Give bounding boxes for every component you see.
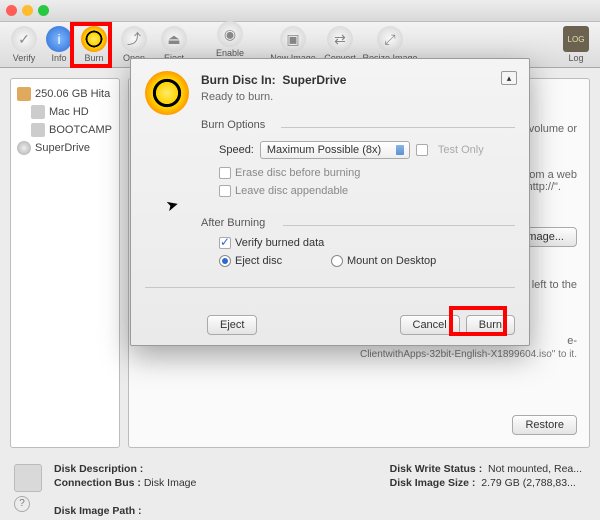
verify-icon: ✓ (11, 26, 37, 52)
eject-button[interactable]: Eject (207, 315, 257, 335)
divider (145, 287, 515, 288)
dialog-status: Ready to burn. (201, 91, 273, 103)
dialog-title: Burn Disc In: SuperDrive (201, 73, 346, 87)
sidebar-volume-bootcamp[interactable]: BOOTCAMP (15, 121, 115, 139)
info-button[interactable]: iInfo (44, 24, 74, 65)
close-icon[interactable] (6, 5, 17, 16)
sidebar-superdrive[interactable]: SuperDrive (15, 139, 115, 157)
hint-text: from a web"http://". (523, 169, 577, 193)
volume-icon (31, 105, 45, 119)
log-button[interactable]: LOGLog (556, 24, 596, 65)
new-image-icon: ▣ (280, 26, 306, 52)
disk-utility-window: ✓Verify iInfo Burn ⤴Open ⏏Eject ◉Enable … (0, 0, 600, 520)
eject-option[interactable]: Eject disc (219, 255, 282, 267)
info-icon: i (46, 26, 72, 52)
convert-icon: ⇄ (327, 26, 353, 52)
info-right: Disk Write Status : Not mounted, Rea... … (390, 462, 582, 490)
resize-icon: ⤢ (377, 26, 403, 52)
eject-radio[interactable] (219, 255, 231, 267)
eject-icon: ⏏ (161, 26, 187, 52)
cancel-button[interactable]: Cancel (400, 315, 460, 335)
open-icon: ⤴ (121, 26, 147, 52)
zoom-icon[interactable] (38, 5, 49, 16)
disk-image-icon (14, 464, 42, 492)
help-icon[interactable]: ? (14, 496, 30, 512)
burn-dialog: Burn Disc In: SuperDrive Ready to burn. … (130, 58, 530, 346)
info-bar: ? Disk Description : Connection Bus : Di… (10, 460, 590, 512)
burn-icon (81, 26, 107, 52)
erase-option[interactable]: Erase disc before burning (219, 167, 360, 179)
verify-checkbox[interactable] (219, 237, 231, 249)
appendable-checkbox[interactable] (219, 185, 231, 197)
burn-button[interactable]: Burn (74, 24, 114, 65)
log-icon: LOG (563, 26, 589, 52)
test-only-checkbox[interactable] (416, 144, 428, 156)
erase-checkbox[interactable] (219, 167, 231, 179)
optical-icon (17, 141, 31, 155)
verify-button[interactable]: ✓Verify (4, 24, 44, 65)
mount-radio[interactable] (331, 255, 343, 267)
burn-options-section: Burn Options (201, 119, 515, 131)
sidebar: 250.06 GB Hita Mac HD BOOTCAMP SuperDriv… (10, 78, 120, 448)
sidebar-disk[interactable]: 250.06 GB Hita (15, 85, 115, 103)
info-left: Disk Description : Connection Bus : Disk… (54, 462, 196, 518)
sidebar-volume-machd[interactable]: Mac HD (15, 103, 115, 121)
mount-option[interactable]: Mount on Desktop (331, 255, 436, 267)
iso-filename: ClientwithApps-32bit-English-X1899604.is… (360, 349, 577, 360)
after-burning-section: After Burning (201, 217, 515, 229)
section-label: Burn Options (201, 119, 271, 131)
test-only-label: Test Only (438, 144, 484, 156)
speed-row: Speed: Maximum Possible (8x) Test Only (219, 141, 484, 159)
volume-icon (31, 123, 45, 137)
speed-select[interactable]: Maximum Possible (8x) (260, 141, 410, 159)
burn-confirm-button[interactable]: Burn (466, 315, 515, 335)
titlebar (0, 0, 600, 22)
disk-icon (17, 87, 31, 101)
expand-button[interactable]: ▴ (501, 71, 517, 85)
dialog-buttons: Eject Cancel Burn (131, 315, 529, 335)
section-label: After Burning (201, 217, 271, 229)
journaling-icon: ◉ (217, 21, 243, 47)
appendable-option[interactable]: Leave disc appendable (219, 185, 348, 197)
restore-button[interactable]: Restore (512, 415, 577, 435)
speed-label: Speed: (219, 144, 254, 156)
minimize-icon[interactable] (22, 5, 33, 16)
window-controls[interactable] (6, 5, 49, 16)
burn-icon (145, 71, 189, 115)
hint-text: volume or (529, 123, 577, 135)
verify-option[interactable]: Verify burned data (219, 237, 324, 249)
hint-text: e- (567, 335, 577, 347)
